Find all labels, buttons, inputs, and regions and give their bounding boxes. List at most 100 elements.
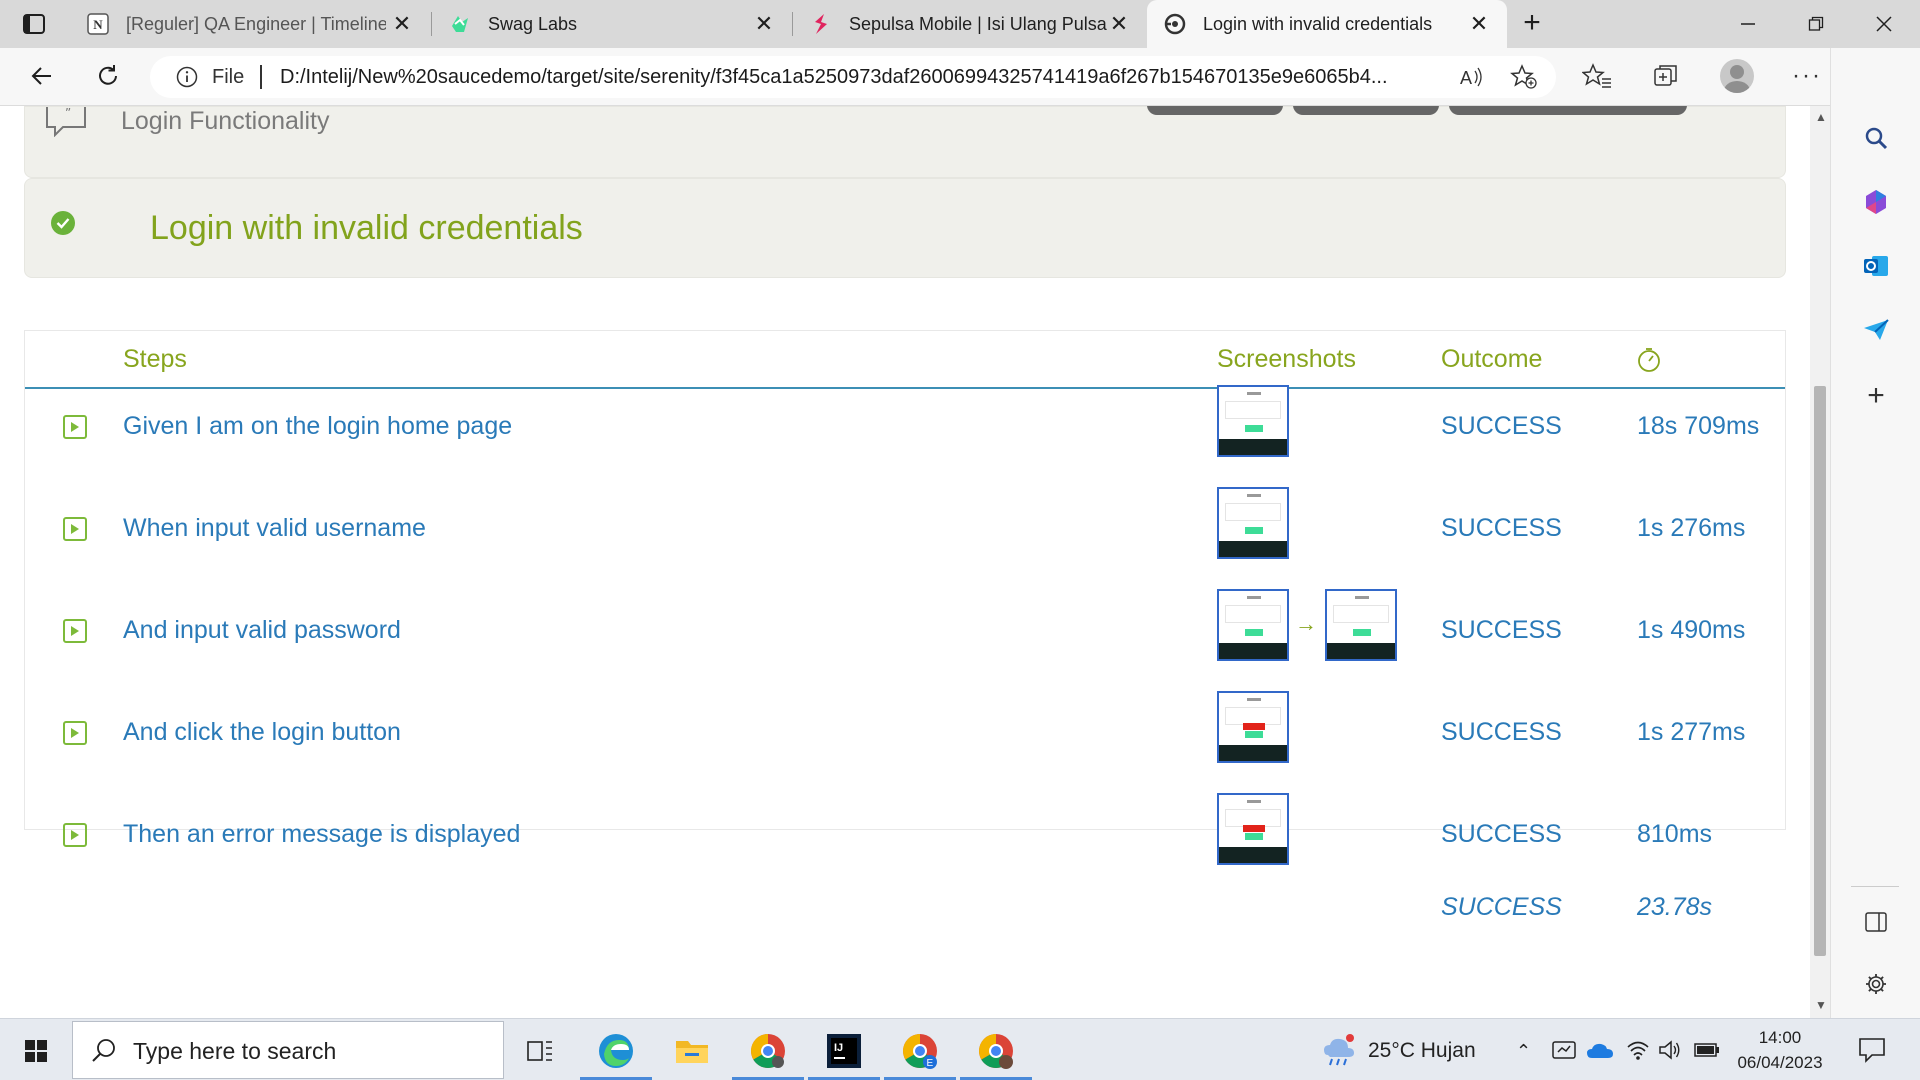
step-description[interactable]: Given I am on the login home page [123, 412, 512, 441]
close-tab-icon[interactable]: ✕ [752, 12, 776, 36]
tag-pill[interactable] [1449, 106, 1687, 115]
step-outcome: SUCCESS [1441, 616, 1562, 644]
hide-sidebar-icon[interactable] [1856, 902, 1896, 942]
swag-labs-icon [448, 12, 472, 36]
address-bar[interactable]: File D:/Intelij/New%20saucedemo/target/s… [150, 56, 1556, 98]
tab-actions-button[interactable] [18, 10, 50, 38]
windows-taskbar: Type here to search IJ E 25°C Hujan ⌃ 14… [0, 1018, 1920, 1080]
wifi-icon[interactable] [1626, 1039, 1650, 1066]
step-screenshot-thumbnail[interactable] [1217, 589, 1289, 661]
scrollbar-thumb[interactable] [1814, 386, 1826, 956]
url-text[interactable]: D:/Intelij/New%20saucedemo/target/site/s… [280, 66, 1580, 89]
close-icon [1876, 16, 1892, 32]
windows-start-icon[interactable] [14, 1029, 58, 1073]
add-sidebar-icon[interactable]: + [1856, 376, 1896, 416]
tab-sepulsa[interactable]: Sepulsa Mobile | Isi Ulang Pulsa S ✕ [793, 0, 1147, 48]
search-placeholder: Type here to search [133, 1038, 337, 1064]
sidebar-divider [1851, 886, 1899, 887]
meet-now-icon[interactable] [1552, 1039, 1576, 1066]
more-menu-icon[interactable]: ··· [1792, 62, 1822, 90]
tab-title: Swag Labs [488, 13, 578, 34]
scenario-header: Login with invalid credentials [24, 178, 1786, 278]
page-scrollbar[interactable]: ▲ ▼ [1810, 106, 1830, 1018]
step-row: And click the login button SUCCESS 1s 277m… [25, 691, 1785, 791]
battery-icon[interactable] [1694, 1042, 1720, 1063]
tab-notion[interactable]: N [Reguler] QA Engineer | Timeline ✕ [70, 0, 430, 48]
expand-step-play-icon[interactable] [63, 721, 87, 745]
chrome-icon[interactable] [746, 1029, 790, 1073]
back-button[interactable] [22, 56, 62, 96]
step-description[interactable]: And input valid password [123, 616, 401, 645]
step-outcome: SUCCESS [1441, 718, 1562, 746]
step-screenshot-thumbnail[interactable] [1217, 691, 1289, 763]
tab-actions-icon [23, 14, 45, 34]
step-description[interactable]: When input valid username [123, 514, 426, 543]
step-row: Then an error message is displayed SUCCES… [25, 793, 1785, 893]
volume-icon[interactable] [1658, 1039, 1682, 1066]
collections-icon[interactable] [1652, 62, 1680, 95]
weather-text[interactable]: 25°C Hujan [1368, 1039, 1476, 1063]
chrome-profile-photo-icon[interactable] [974, 1029, 1018, 1073]
onedrive-icon[interactable] [1586, 1041, 1614, 1064]
refresh-button[interactable] [88, 56, 128, 96]
step-duration: 1s 277ms [1637, 718, 1746, 746]
serenity-icon [1163, 12, 1187, 36]
task-view-icon[interactable] [518, 1029, 562, 1073]
step-description[interactable]: Then an error message is displayed [123, 820, 520, 849]
taskbar-search-box[interactable]: Type here to search [72, 1021, 504, 1079]
steps-table: Steps Screenshots Outcome Given I am on … [24, 330, 1786, 921]
step-screenshot-thumbnail[interactable] [1217, 487, 1289, 559]
notification-icon[interactable] [1858, 1037, 1886, 1068]
taskbar-clock[interactable]: 14:00 06/04/2023 [1735, 1025, 1825, 1075]
step-screenshot-thumbnail[interactable] [1325, 589, 1397, 661]
step-row: And input valid password → SUCCESS 1s 490ms [25, 589, 1785, 689]
expand-step-play-icon[interactable] [63, 619, 87, 643]
search-icon[interactable] [1856, 118, 1896, 158]
outlook-icon[interactable] [1856, 246, 1896, 286]
step-row: Given I am on the login home page SUCCESS… [25, 385, 1785, 485]
show-hidden-icons-icon[interactable]: ⌃ [1516, 1041, 1531, 1062]
send-icon[interactable] [1856, 310, 1896, 350]
scroll-up-icon[interactable]: ▲ [1815, 110, 1827, 124]
step-outcome: SUCCESS [1441, 514, 1562, 542]
file-explorer-icon[interactable] [670, 1029, 714, 1073]
close-window-button[interactable] [1866, 10, 1902, 38]
info-icon[interactable] [176, 66, 198, 93]
step-outcome: SUCCESS [1441, 412, 1562, 440]
expand-step-play-icon[interactable] [63, 823, 87, 847]
tab-swag-labs[interactable]: Swag Labs ✕ [432, 0, 792, 48]
read-aloud-icon[interactable]: A [1458, 65, 1484, 94]
edge-taskbar-icon[interactable] [594, 1029, 638, 1073]
profile-avatar[interactable] [1720, 59, 1754, 93]
tab-serenity-report[interactable]: Login with invalid credentials ✕ [1147, 0, 1507, 48]
screenshot-arrow-icon: → [1295, 611, 1317, 636]
weather-icon[interactable] [1320, 1033, 1358, 1072]
step-screenshot-thumbnail[interactable] [1217, 385, 1289, 457]
edge-sidebar: + [1830, 48, 1920, 1018]
expand-step-play-icon[interactable] [63, 517, 87, 541]
copilot-icon[interactable] [1856, 182, 1896, 222]
svg-text:N: N [93, 17, 103, 32]
search-icon [91, 1037, 117, 1068]
settings-gear-icon[interactable] [1856, 964, 1896, 1004]
tag-pill[interactable] [1293, 106, 1439, 115]
svg-text:E: E [927, 1058, 934, 1069]
minimize-button[interactable] [1730, 10, 1766, 38]
refresh-icon [99, 65, 117, 85]
svg-text:”: ” [65, 107, 71, 120]
step-screenshot-thumbnail[interactable] [1217, 793, 1289, 865]
add-favorite-icon[interactable] [1510, 64, 1538, 95]
step-description[interactable]: And click the login button [123, 718, 401, 747]
close-tab-icon[interactable]: ✕ [390, 12, 414, 36]
favorites-icon[interactable] [1581, 62, 1612, 95]
intellij-icon[interactable]: IJ [822, 1029, 866, 1073]
restore-button[interactable] [1798, 10, 1834, 38]
chrome-profile-e-icon[interactable]: E [898, 1029, 942, 1073]
expand-step-play-icon[interactable] [63, 415, 87, 439]
success-check-icon [51, 211, 75, 235]
close-tab-icon[interactable]: ✕ [1467, 12, 1491, 36]
close-tab-icon[interactable]: ✕ [1107, 12, 1131, 36]
scroll-down-icon[interactable]: ▼ [1815, 998, 1827, 1012]
new-tab-button[interactable]: + [1514, 8, 1550, 40]
tag-pill[interactable] [1147, 106, 1283, 115]
